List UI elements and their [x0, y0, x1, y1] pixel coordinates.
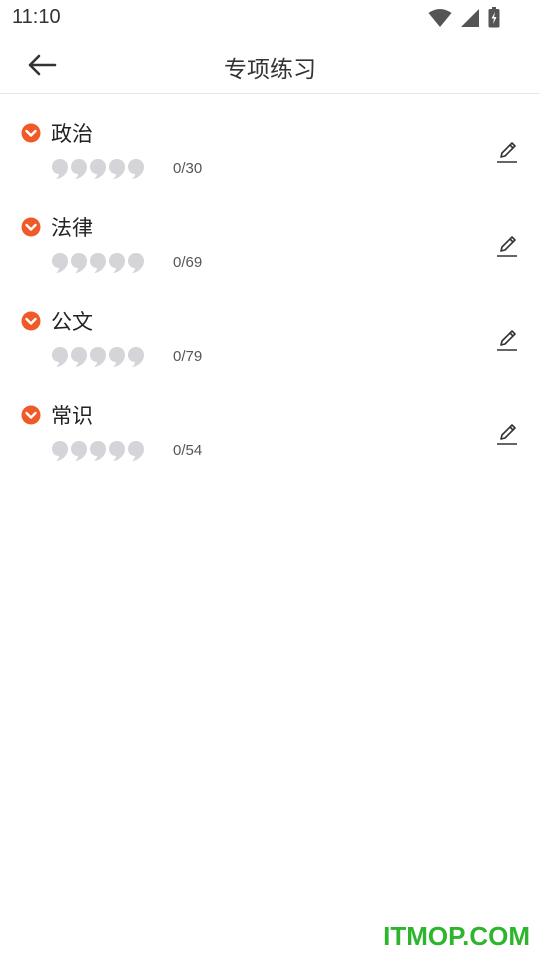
star-empty-icon: [71, 347, 87, 367]
battery-charging-icon: [488, 7, 500, 28]
category-name: 法律: [51, 216, 93, 240]
star-empty-icon: [128, 441, 144, 461]
chevron-down-circle-icon[interactable]: [21, 217, 41, 237]
status-time: 11:10: [12, 6, 61, 28]
practice-button[interactable]: [494, 422, 520, 448]
category-name: 政治: [51, 122, 93, 146]
category-row-general-knowledge[interactable]: 常识 0/54: [0, 392, 540, 486]
star-rating: [51, 346, 145, 368]
practice-button[interactable]: [494, 140, 520, 166]
status-bar: 11:10: [0, 0, 540, 36]
signal-icon: [461, 8, 479, 27]
watermark: ITMOP.COM: [383, 921, 530, 951]
star-empty-icon: [52, 253, 68, 273]
star-empty-icon: [71, 253, 87, 273]
category-row-official-documents[interactable]: 公文 0/79: [0, 298, 540, 392]
star-empty-icon: [52, 441, 68, 461]
star-empty-icon: [52, 159, 68, 179]
pencil-icon: [497, 330, 517, 351]
star-rating: [51, 158, 145, 180]
practice-button[interactable]: [494, 328, 520, 354]
star-empty-icon: [109, 441, 125, 461]
pencil-icon: [497, 142, 517, 163]
wifi-icon: [428, 8, 452, 27]
star-empty-icon: [128, 347, 144, 367]
star-rating: [51, 252, 145, 274]
practice-button[interactable]: [494, 234, 520, 260]
star-empty-icon: [90, 159, 106, 179]
progress-count: 0/54: [173, 442, 203, 459]
chevron-down-circle-icon[interactable]: [21, 123, 41, 143]
star-empty-icon: [128, 159, 144, 179]
progress-count: 0/30: [173, 160, 203, 177]
star-empty-icon: [109, 159, 125, 179]
star-empty-icon: [71, 441, 87, 461]
category-row-politics[interactable]: 政治 0/30: [0, 110, 540, 204]
pencil-icon: [497, 424, 517, 445]
app-header: 专项练习: [0, 36, 540, 94]
status-icons: [428, 7, 500, 28]
category-name: 公文: [51, 310, 93, 334]
star-empty-icon: [90, 347, 106, 367]
star-empty-icon: [128, 253, 144, 273]
chevron-down-circle-icon[interactable]: [21, 405, 41, 425]
progress-count: 0/69: [173, 254, 203, 271]
chevron-down-circle-icon[interactable]: [21, 311, 41, 331]
page-title: 专项练习: [224, 57, 316, 83]
category-name: 常识: [51, 404, 93, 428]
star-empty-icon: [52, 347, 68, 367]
star-empty-icon: [90, 441, 106, 461]
star-rating: [51, 440, 145, 462]
category-list: 政治 0/30 法律 0/69 公文 0/79 常识 0/54: [0, 110, 540, 486]
star-empty-icon: [109, 347, 125, 367]
star-empty-icon: [71, 159, 87, 179]
category-row-law[interactable]: 法律 0/69: [0, 204, 540, 298]
star-empty-icon: [109, 253, 125, 273]
progress-count: 0/79: [173, 348, 203, 365]
pencil-icon: [497, 236, 517, 257]
star-empty-icon: [90, 253, 106, 273]
